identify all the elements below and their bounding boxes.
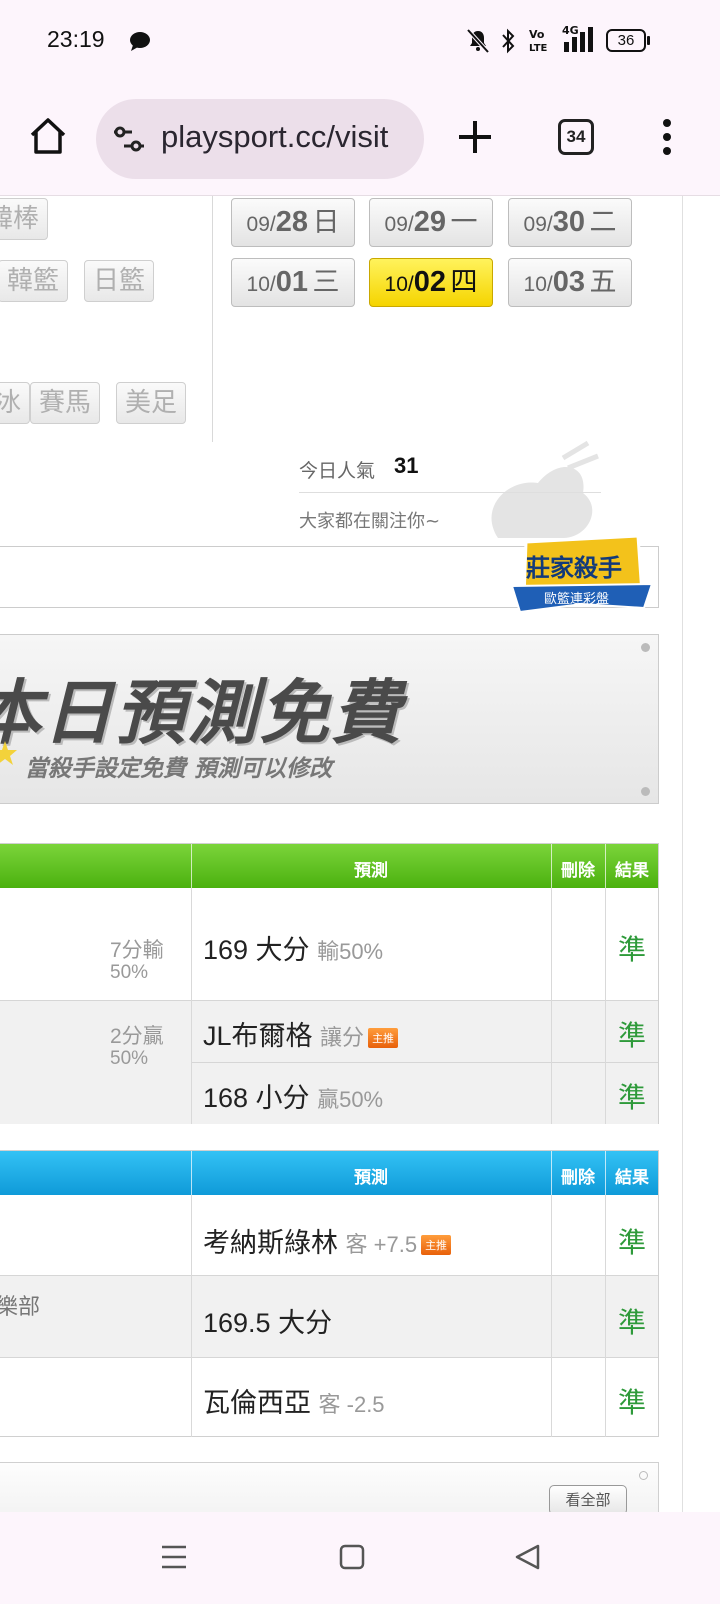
prediction-cell: 169 大分 輸50%	[203, 935, 384, 965]
view-all-button[interactable]: 看全部	[549, 1485, 627, 1515]
prediction-table-2: 預測 刪除 結果 樂部 考納斯綠林 客 +7.5 主推 169.5 大分 瓦倫西亞…	[0, 1150, 659, 1437]
table-header: 預測 刪除 結果	[0, 844, 658, 888]
column-divider	[191, 1195, 192, 1437]
date-button[interactable]: 09/28 日	[231, 198, 355, 247]
system-nav-bar	[0, 1512, 720, 1604]
sport-tag[interactable]: 美足	[116, 382, 187, 424]
chat-bubble-icon	[130, 32, 150, 51]
prediction-cell: 瓦倫西亞 客 -2.5	[203, 1388, 385, 1418]
left-result: 2分贏	[110, 1025, 164, 1048]
column-delete: 刪除	[561, 861, 595, 881]
column-prediction: 預測	[354, 861, 388, 881]
column-prediction: 預測	[354, 1168, 388, 1188]
header-divider	[551, 1151, 552, 1195]
column-divider	[191, 888, 192, 1124]
badge-subtitle: 歐籃連彩盤	[544, 592, 610, 607]
result-cell: 準	[618, 1020, 647, 1051]
left-result: 7分輸	[110, 939, 164, 962]
free-prediction-banner[interactable]: 本日預測免費 當殺手設定免費 預測可以修改	[0, 634, 659, 804]
sport-tag[interactable]: 韓棒	[0, 198, 49, 240]
date-button[interactable]: 09/30 二	[508, 198, 632, 247]
table-header: 預測 刪除 結果	[0, 1151, 658, 1195]
header-divider	[605, 1151, 606, 1195]
sport-tag[interactable]: 賽馬	[30, 382, 101, 424]
prediction-cell: 168 小分 贏50%	[203, 1083, 384, 1113]
star-icon	[0, 741, 17, 765]
killer-badge: 莊家殺手 歐籃連彩盤	[512, 534, 652, 620]
back-triangle-icon[interactable]	[514, 1544, 540, 1570]
more-menu-icon[interactable]	[662, 118, 672, 156]
column-divider	[551, 888, 552, 1124]
prediction-table-1: 預測 刪除 結果 7分輸 50% 2分贏 50% 169 大分 輸50% JL布…	[0, 843, 659, 1124]
mute-bell-icon	[466, 28, 490, 54]
address-bar[interactable]: playsport.cc/visit	[96, 99, 424, 179]
result-cell: 準	[618, 1387, 647, 1418]
browser-toolbar: playsport.cc/visit 34	[0, 82, 720, 196]
bluetooth-icon	[502, 28, 515, 54]
prediction-cell: JL布爾格 讓分 主推	[203, 1014, 399, 1053]
divider	[212, 196, 213, 442]
date-button[interactable]: 10/01 三	[231, 258, 355, 307]
sport-tag[interactable]: 冰	[0, 382, 31, 424]
signal-4g-icon: 4G	[562, 24, 593, 52]
result-cell: 準	[618, 1227, 647, 1258]
date-button[interactable]: 09/29 一	[369, 198, 493, 247]
tab-switcher-button[interactable]: 34	[558, 119, 594, 155]
battery-tip	[647, 36, 650, 45]
left-percent: 50%	[110, 1048, 149, 1069]
header-divider	[191, 1151, 192, 1195]
page-right-border	[682, 196, 683, 1512]
rivet	[641, 643, 650, 652]
popularity-label: 今日人氣	[299, 460, 376, 482]
home-icon[interactable]	[28, 116, 68, 156]
prediction-cell: 169.5 大分	[203, 1308, 333, 1338]
row-divider	[191, 1062, 658, 1063]
svg-text:4G: 4G	[562, 24, 579, 37]
column-divider	[605, 888, 606, 1124]
popularity-count: 31	[394, 453, 419, 478]
rivet	[639, 1471, 648, 1480]
new-tab-icon[interactable]	[456, 118, 494, 156]
svg-text:LTE: LTE	[529, 43, 547, 54]
url-text: playsport.cc/visit	[161, 119, 389, 154]
column-result: 結果	[615, 1168, 649, 1188]
rivet	[641, 787, 650, 796]
status-time: 23:19	[47, 26, 105, 52]
header-divider	[605, 844, 606, 888]
header-divider	[551, 844, 552, 888]
prediction-cell: 考納斯綠林 客 +7.5 主推	[203, 1221, 452, 1260]
team-name: 樂部	[0, 1294, 41, 1319]
popularity-note: 大家都在關注你~	[299, 511, 441, 532]
site-settings-icon[interactable]	[112, 126, 146, 152]
column-result: 結果	[615, 861, 649, 881]
featured-badge: 主推	[368, 1027, 399, 1048]
row-divider	[0, 1357, 658, 1358]
column-delete: 刪除	[561, 1168, 595, 1188]
featured-badge: 主推	[421, 1234, 452, 1255]
date-button[interactable]: 10/03 五	[508, 258, 632, 307]
volte-icon: Vo LTE	[529, 28, 547, 54]
badge-title: 莊家殺手	[526, 554, 622, 582]
sport-tag[interactable]: 韓籃	[0, 260, 69, 302]
banner-title: 本日預測免費	[0, 672, 403, 754]
battery-icon: 36	[606, 29, 646, 52]
divider	[299, 492, 601, 493]
column-divider	[551, 1195, 552, 1437]
date-button-selected[interactable]: 10/02 四	[369, 258, 493, 307]
svg-text:Vo: Vo	[529, 28, 545, 41]
recents-menu-icon[interactable]	[160, 1544, 188, 1570]
status-bar: 23:19 Vo LTE 4G 36	[0, 0, 720, 82]
sport-tag[interactable]: 日籃	[84, 260, 155, 302]
row-divider	[0, 1275, 658, 1276]
result-cell: 準	[618, 934, 647, 965]
left-percent: 50%	[110, 962, 149, 983]
banner-subtitle: 當殺手設定免費 預測可以修改	[25, 756, 333, 782]
header-divider	[191, 844, 192, 888]
mascot-watermark-icon	[491, 440, 599, 538]
column-divider	[605, 1195, 606, 1437]
home-square-icon[interactable]	[339, 1544, 365, 1570]
row-divider	[0, 1000, 658, 1001]
result-cell: 準	[618, 1307, 647, 1338]
result-cell: 準	[618, 1082, 647, 1113]
